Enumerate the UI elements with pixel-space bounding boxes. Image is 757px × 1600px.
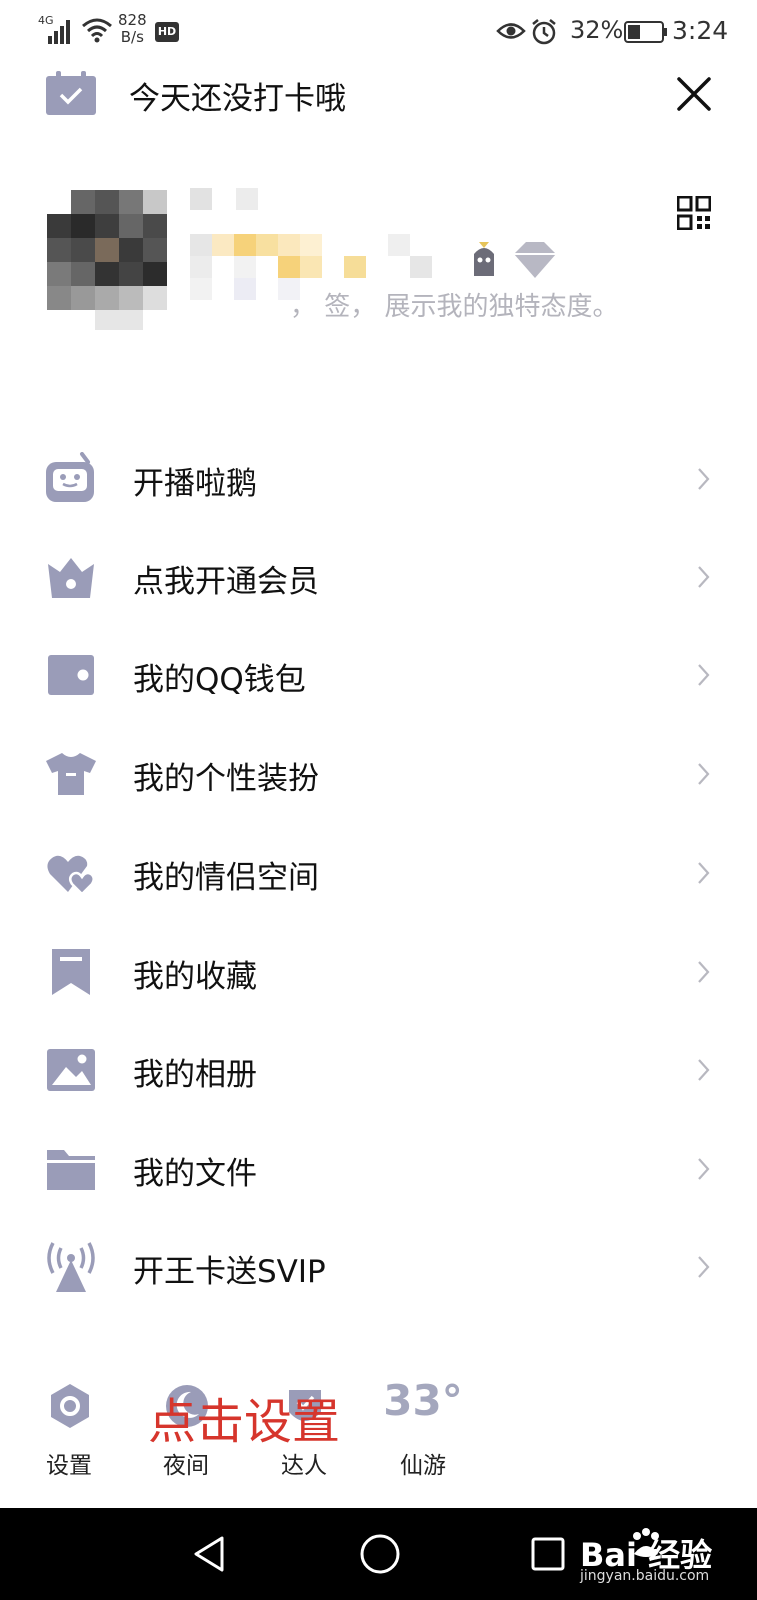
recent-apps-icon[interactable] <box>528 1534 568 1574</box>
speed-value: 828 <box>118 11 147 29</box>
menu-item-wallet[interactable]: 我的QQ钱包 <box>0 630 757 720</box>
gear-icon <box>51 1384 89 1428</box>
tv-robot-icon <box>46 452 94 502</box>
menu-item-album[interactable]: 我的相册 <box>0 1025 757 1115</box>
menu-item-couple-space[interactable]: 我的情侣空间 <box>0 828 757 918</box>
chevron-right-icon <box>698 961 710 983</box>
menu-item-files[interactable]: 我的文件 <box>0 1124 757 1214</box>
chevron-right-icon <box>698 664 710 686</box>
menu-label: 我的文件 <box>133 1156 257 1192</box>
baidu-watermark: Bai 经验 jingyan.baidu.com <box>580 1526 755 1592</box>
menu-item-king-card[interactable]: 开王卡送SVIP <box>0 1222 757 1312</box>
signal-icon <box>48 20 70 44</box>
hd-badge: HD <box>155 22 179 42</box>
menu-label: 我的收藏 <box>133 959 257 995</box>
qr-code-icon[interactable] <box>677 196 711 230</box>
alarm-icon <box>532 19 556 45</box>
weather-temperature: 33° <box>383 1376 463 1425</box>
menu-label: 我的情侣空间 <box>133 860 319 896</box>
status-bar: 4G 828 B/s HD 32% 3:24 <box>0 0 757 62</box>
settings-label: 设置 <box>46 1453 92 1479</box>
weather-city: 仙游 <box>400 1453 446 1479</box>
menu-item-favorites[interactable]: 我的收藏 <box>0 927 757 1017</box>
chevron-right-icon <box>698 1158 710 1180</box>
settings-button[interactable]: 设置 <box>24 1376 114 1479</box>
eye-icon <box>496 23 526 39</box>
back-icon[interactable] <box>190 1534 230 1574</box>
menu-label: 我的相册 <box>133 1057 257 1093</box>
crown-icon <box>48 558 94 598</box>
chevron-right-icon <box>698 468 710 490</box>
menu-item-membership[interactable]: 点我开通会员 <box>0 532 757 622</box>
home-icon[interactable] <box>358 1532 402 1576</box>
wallet-icon <box>48 655 94 695</box>
wifi-icon <box>82 18 112 43</box>
vip-badges[interactable] <box>470 236 560 282</box>
menu-label: 点我开通会员 <box>133 564 319 600</box>
avatar[interactable] <box>47 190 167 330</box>
chevron-right-icon <box>698 1256 710 1278</box>
calendar-check-icon[interactable] <box>46 71 96 115</box>
folder-icon <box>47 1150 95 1190</box>
menu-item-live[interactable]: 开播啦鹅 <box>0 434 757 524</box>
menu-label: 我的QQ钱包 <box>133 662 306 698</box>
photo-icon <box>47 1049 95 1091</box>
network-speed: 828 B/s <box>118 12 147 46</box>
menu-label: 开播啦鹅 <box>133 466 257 502</box>
hearts-icon <box>47 855 95 896</box>
chevron-right-icon <box>698 763 710 785</box>
tshirt-icon <box>46 753 96 795</box>
watermark-url: jingyan.baidu.com <box>580 1568 710 1584</box>
chevron-right-icon <box>698 1059 710 1081</box>
personal-signature[interactable]: ， 签， 展示我的独特态度。 <box>290 286 619 323</box>
antenna-icon <box>47 1242 95 1292</box>
chevron-right-icon <box>698 862 710 884</box>
checkin-prompt[interactable]: 今天还没打卡哦 <box>129 73 346 118</box>
menu-label: 开王卡送SVIP <box>133 1254 326 1290</box>
clock: 3:24 <box>672 16 729 45</box>
weather-button[interactable]: 33° 仙游 <box>378 1376 468 1479</box>
menu-item-dressup[interactable]: 我的个性装扮 <box>0 729 757 819</box>
chevron-right-icon <box>698 566 710 588</box>
speed-unit: B/s <box>120 28 144 46</box>
close-icon[interactable] <box>676 76 712 112</box>
battery-icon <box>624 21 667 43</box>
menu-label: 我的个性装扮 <box>133 761 319 797</box>
annotation-overlay: 点击设置 <box>148 1394 341 1450</box>
battery-percent: 32% <box>570 16 624 44</box>
bookmark-icon <box>52 949 90 995</box>
